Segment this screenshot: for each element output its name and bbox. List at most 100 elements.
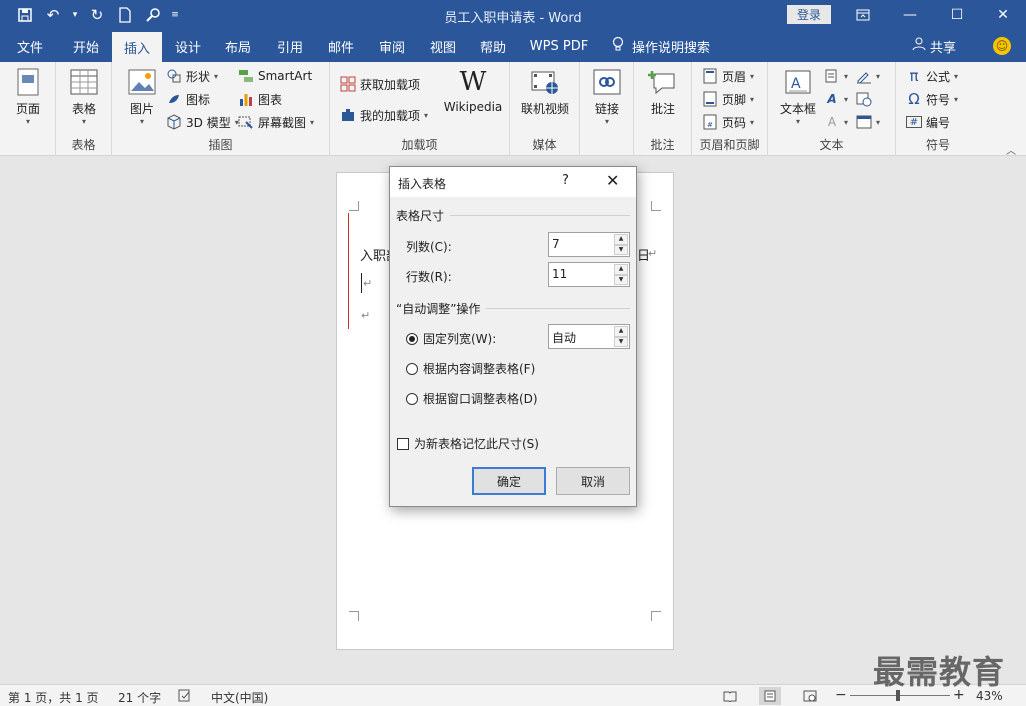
icons-button[interactable]: 图标 xyxy=(166,89,210,109)
crop-mark xyxy=(651,201,661,211)
maximize-icon[interactable]: ☐ xyxy=(934,0,980,30)
tab-wps-pdf[interactable]: WPS PDF xyxy=(524,30,594,62)
quick-parts-button[interactable]: ▾ xyxy=(824,66,848,86)
online-video-button[interactable]: 联机视频 xyxy=(516,66,574,117)
3d-model-icon xyxy=(166,114,182,130)
symbol-button[interactable]: Ω 符号 ▾ xyxy=(906,89,958,109)
web-layout-icon[interactable] xyxy=(799,687,821,705)
tab-design[interactable]: 设计 xyxy=(164,30,212,62)
dropdown-arrow-icon: ▾ xyxy=(310,117,315,127)
login-button[interactable]: 登录 xyxy=(787,5,831,24)
collapse-ribbon-icon[interactable]: ︿ xyxy=(1006,142,1016,157)
tab-view[interactable]: 视图 xyxy=(419,30,467,62)
dialog-close-icon[interactable]: ✕ xyxy=(606,171,619,190)
3d-models-label: 3D 模型 xyxy=(186,115,231,130)
dialog-title-bar[interactable]: 插入表格 ? ✕ xyxy=(390,167,636,197)
wikipedia-button[interactable]: W Wikipedia xyxy=(440,66,506,114)
screenshot-icon xyxy=(238,114,254,130)
spin-down-icon[interactable]: ▼ xyxy=(614,336,628,347)
tab-help[interactable]: 帮助 xyxy=(469,30,517,62)
footer-button[interactable]: 页脚 ▾ xyxy=(702,89,754,109)
dropdown-arrow-icon: ▾ xyxy=(876,71,881,81)
rows-value[interactable]: 11 xyxy=(552,267,567,281)
table-button-label: 表格 xyxy=(71,102,96,116)
header-button[interactable]: 页眉 ▾ xyxy=(702,66,754,86)
drop-cap-button[interactable]: A ▾ xyxy=(824,112,848,132)
wordart-button[interactable]: A ▾ xyxy=(824,89,848,109)
tab-references[interactable]: 引用 xyxy=(266,30,314,62)
table-button[interactable]: 表格 ▾ xyxy=(64,66,104,127)
autofit-window-radio[interactable]: 根据窗口调整表格(D) xyxy=(406,390,538,407)
link-button[interactable]: 链接 ▾ xyxy=(587,66,627,127)
dropdown-arrow-icon: ▾ xyxy=(954,94,959,104)
signature-line-button[interactable]: ▾ xyxy=(856,66,880,86)
group-illustrations: 图片 ▾ 形状 ▾ 图标 3D 模型 ▾ SmartArt 图表 屏幕截图 ▾ … xyxy=(112,62,330,156)
get-addins-button[interactable]: 获取加载项 xyxy=(340,74,420,94)
minimize-icon[interactable]: — xyxy=(887,0,933,30)
number-button[interactable]: # 编号 xyxy=(906,112,950,132)
read-mode-icon[interactable] xyxy=(719,687,741,705)
page-number-button[interactable]: # 页码 ▾ xyxy=(702,112,754,132)
spin-up-icon[interactable]: ▲ xyxy=(614,234,628,245)
shapes-button[interactable]: 形状 ▾ xyxy=(166,66,218,86)
autofit-contents-radio[interactable]: 根据内容调整表格(F) xyxy=(406,360,535,377)
columns-value[interactable]: 7 xyxy=(552,237,560,251)
help-button[interactable]: ? xyxy=(562,173,569,188)
fixed-width-value[interactable]: 自动 xyxy=(552,329,576,346)
remember-size-checkbox[interactable]: 为新表格记忆此尺寸(S) xyxy=(397,435,539,452)
my-addins-button[interactable]: 我的加载项 ▾ xyxy=(340,105,428,125)
page-count[interactable]: 第 1 页，共 1 页 xyxy=(8,689,99,706)
equation-button[interactable]: π 公式 ▾ xyxy=(906,66,958,86)
cancel-button[interactable]: 取消 xyxy=(556,467,630,495)
textbox-button[interactable]: A 文本框 ▾ xyxy=(776,66,820,127)
ribbon-insert: 页面 ▾ 表格 ▾ 表格 图片 ▾ 形状 ▾ 图标 3D 模型 ▾ SmartA… xyxy=(0,62,1026,156)
tab-file[interactable]: 文件 xyxy=(6,30,54,62)
ok-button[interactable]: 确定 xyxy=(472,467,546,495)
fixed-width-radio[interactable]: 固定列宽(W): xyxy=(406,330,496,347)
tab-insert[interactable]: 插入 xyxy=(112,32,162,62)
spin-up-icon[interactable]: ▲ xyxy=(614,326,628,337)
zoom-out-icon[interactable]: − xyxy=(835,687,847,703)
title-bar: ↶ ▾ ↻ ≡ 员工入职申请表 - Word 登录 — ☐ ✕ xyxy=(0,0,1026,30)
close-icon[interactable]: ✕ xyxy=(980,0,1026,30)
proofing-icon[interactable] xyxy=(178,689,192,705)
online-video-icon xyxy=(529,66,561,98)
spin-up-icon[interactable]: ▲ xyxy=(614,264,628,275)
smartart-button[interactable]: SmartArt xyxy=(238,66,312,86)
feedback-smiley-icon[interactable]: ☺ xyxy=(993,37,1011,55)
word-count[interactable]: 21 个字 xyxy=(118,689,161,706)
screenshot-button[interactable]: 屏幕截图 ▾ xyxy=(238,112,314,132)
language-indicator[interactable]: 中文(中国) xyxy=(211,689,268,706)
chart-button[interactable]: 图表 xyxy=(238,89,282,109)
spin-down-icon[interactable]: ▼ xyxy=(614,244,628,255)
quick-parts-icon xyxy=(824,68,840,84)
fixed-width-spinner[interactable]: 自动 ▲ ▼ xyxy=(548,324,630,349)
bar-chart-icon xyxy=(238,91,254,107)
object-button[interactable]: ▾ xyxy=(856,112,880,132)
pages-button[interactable]: 页面 ▾ xyxy=(8,66,48,127)
crop-mark xyxy=(651,611,661,621)
ribbon-display-options-icon[interactable] xyxy=(840,0,886,30)
tab-mailings[interactable]: 邮件 xyxy=(317,30,365,62)
new-comment-button[interactable]: 批注 xyxy=(643,66,683,117)
icons-label: 图标 xyxy=(186,92,211,107)
addin-puzzle-icon xyxy=(340,107,356,123)
3d-models-button[interactable]: 3D 模型 ▾ xyxy=(166,112,239,132)
columns-spinner[interactable]: 7 ▲ ▼ xyxy=(548,232,630,257)
tab-home[interactable]: 开始 xyxy=(60,30,112,62)
date-time-button[interactable] xyxy=(856,89,872,109)
picture-button[interactable]: 图片 ▾ xyxy=(122,66,162,127)
group-label-comments: 批注 xyxy=(650,138,675,152)
shapes-icon xyxy=(166,68,182,84)
tab-layout[interactable]: 布局 xyxy=(214,30,262,62)
paragraph-mark-icon: ↵ xyxy=(648,247,658,260)
tab-review[interactable]: 审阅 xyxy=(368,30,416,62)
print-layout-icon[interactable] xyxy=(759,687,781,705)
share-button[interactable]: 共享 xyxy=(912,30,956,62)
tell-me-search[interactable]: 操作说明搜索 xyxy=(612,30,710,62)
date-time-icon xyxy=(856,91,872,107)
picture-button-label: 图片 xyxy=(129,102,154,116)
rows-spinner[interactable]: 11 ▲ ▼ xyxy=(548,262,630,287)
spin-down-icon[interactable]: ▼ xyxy=(614,274,628,285)
zoom-slider-track[interactable] xyxy=(850,695,950,696)
